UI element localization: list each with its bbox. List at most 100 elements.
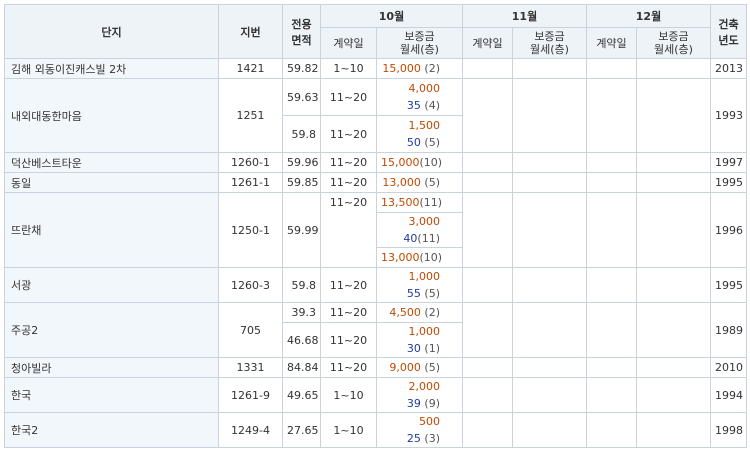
price-cell: 15,000 (2) bbox=[376, 58, 463, 79]
contract-day: 1~10 bbox=[320, 412, 377, 448]
header-dec-contract-day: 계약일 bbox=[586, 27, 637, 59]
price-line: 13,000(10) bbox=[381, 249, 443, 267]
empty-cell bbox=[462, 267, 513, 303]
monthly-line: 30 (1) bbox=[381, 340, 440, 357]
price-line: 4,500 (2) bbox=[381, 304, 440, 322]
contract-day: 1~10 bbox=[320, 58, 377, 79]
header-lot: 지번 bbox=[218, 4, 283, 59]
price-cell: 13,000(10) bbox=[376, 247, 463, 268]
area: 59.8 bbox=[282, 267, 321, 303]
built-year: 1993 bbox=[710, 78, 747, 153]
floor: (5) bbox=[424, 287, 440, 300]
empty-cell bbox=[462, 377, 513, 413]
empty-cell bbox=[586, 58, 637, 79]
empty-cell bbox=[462, 302, 513, 358]
price-cell: 500 25 (3) bbox=[376, 412, 463, 448]
empty-cell bbox=[512, 152, 587, 173]
floor: (2) bbox=[424, 62, 440, 75]
empty-cell bbox=[586, 357, 637, 378]
deposit: 15,000 bbox=[381, 156, 420, 169]
price-cell: 4,500 (2) bbox=[376, 302, 463, 323]
table-row: 서광 1260-3 59.8 11~20 1,000 55 (5) 1995 bbox=[4, 267, 747, 303]
header-oct-price-text: 보증금 월세(층) bbox=[400, 30, 439, 56]
complex-name: 주공2 bbox=[4, 302, 219, 358]
lot-number: 1421 bbox=[218, 58, 283, 79]
empty-cell bbox=[586, 267, 637, 303]
monthly: 30 bbox=[406, 342, 421, 355]
empty-cell bbox=[512, 58, 587, 79]
complex-name: 청아빌라 bbox=[4, 357, 219, 378]
header-complex: 단지 bbox=[4, 4, 219, 59]
lot-number: 705 bbox=[218, 302, 283, 358]
empty-cell bbox=[462, 412, 513, 448]
empty-cell bbox=[512, 172, 587, 193]
contract-day: 11~20 bbox=[320, 152, 377, 173]
monthly: 39 bbox=[406, 397, 421, 410]
floor: (9) bbox=[424, 397, 440, 410]
built-year: 1997 bbox=[710, 152, 747, 173]
area: 84.84 bbox=[282, 357, 321, 378]
empty-cell bbox=[636, 78, 711, 153]
price-cell: 1,500 50 (5) bbox=[376, 115, 463, 153]
header-oct-price: 보증금 월세(층) bbox=[376, 27, 463, 59]
price-cell: 4,000 35 (4) bbox=[376, 78, 463, 116]
complex-name: 뜨란채 bbox=[4, 192, 219, 268]
deposit: 1,500 bbox=[408, 119, 441, 132]
header-dec-price-text: 보증금 월세(층) bbox=[654, 30, 693, 56]
complex-name: 덕산베스트타운 bbox=[4, 152, 219, 173]
lot-number: 1260-1 bbox=[218, 152, 283, 173]
complex-name: 한국 bbox=[4, 377, 219, 413]
price-cell: 1,000 55 (5) bbox=[376, 267, 463, 303]
deposit: 4,500 bbox=[389, 306, 421, 319]
lot-number: 1260-3 bbox=[218, 267, 283, 303]
empty-cell bbox=[512, 302, 587, 358]
area: 59.99 bbox=[282, 192, 321, 268]
empty-cell bbox=[512, 357, 587, 378]
table-row: 한국2 1249-4 27.65 1~10 500 25 (3) 1998 bbox=[4, 412, 747, 448]
header-month-nov: 11월 bbox=[462, 4, 587, 28]
empty-cell bbox=[636, 172, 711, 193]
monthly-line: 35 (4) bbox=[381, 97, 440, 114]
complex-name: 서광 bbox=[4, 267, 219, 303]
table-row: 김해 외동이진캐스빌 2차 1421 59.82 1~10 15,000 (2)… bbox=[4, 58, 747, 79]
empty-cell bbox=[462, 152, 513, 173]
built-year: 1989 bbox=[710, 302, 747, 358]
price-line: 13,000 (5) bbox=[381, 174, 440, 192]
empty-cell bbox=[636, 152, 711, 173]
monthly-line: 55 (5) bbox=[381, 285, 440, 302]
contract-day: 11~20 bbox=[320, 192, 377, 268]
complex-name: 김해 외동이진캐스빌 2차 bbox=[4, 58, 219, 79]
contract-day: 11~20 bbox=[320, 322, 377, 358]
contract-day: 11~20 bbox=[320, 78, 377, 116]
empty-cell bbox=[512, 78, 587, 153]
floor: (5) bbox=[424, 176, 440, 189]
floor: (11) bbox=[419, 196, 443, 209]
built-year: 1998 bbox=[710, 412, 747, 448]
empty-cell bbox=[462, 58, 513, 79]
empty-cell bbox=[512, 267, 587, 303]
empty-cell bbox=[512, 192, 587, 268]
table-row: 주공2 705 39.3 11~20 4,500 (2) 1989 bbox=[4, 302, 747, 358]
floor: (1) bbox=[424, 342, 440, 355]
empty-cell bbox=[512, 377, 587, 413]
contract-day: 11~20 bbox=[320, 302, 377, 323]
header-built-year: 건축 년도 bbox=[710, 4, 747, 59]
built-year: 1995 bbox=[710, 172, 747, 193]
area: 27.65 bbox=[282, 412, 321, 448]
monthly-line: 25 (3) bbox=[381, 430, 440, 447]
empty-cell bbox=[462, 78, 513, 153]
header-oct-contract-day: 계약일 bbox=[320, 27, 377, 59]
monthly: 35 bbox=[406, 99, 421, 112]
deposit: 13,500 bbox=[381, 196, 420, 209]
header-area-text: 전용 면적 bbox=[291, 17, 312, 47]
empty-cell bbox=[462, 357, 513, 378]
lot-number: 1250-1 bbox=[218, 192, 283, 268]
floor: (10) bbox=[419, 251, 443, 264]
monthly: 25 bbox=[406, 432, 421, 445]
deposit: 15,000 bbox=[382, 62, 421, 75]
empty-cell bbox=[586, 78, 637, 153]
monthly: 40 bbox=[403, 232, 418, 245]
table-row: 내외대동한마음 1251 59.63 11~20 4,000 35 (4) 199… bbox=[4, 78, 747, 153]
empty-cell bbox=[636, 302, 711, 358]
price-line: 15,000 (2) bbox=[381, 60, 440, 78]
